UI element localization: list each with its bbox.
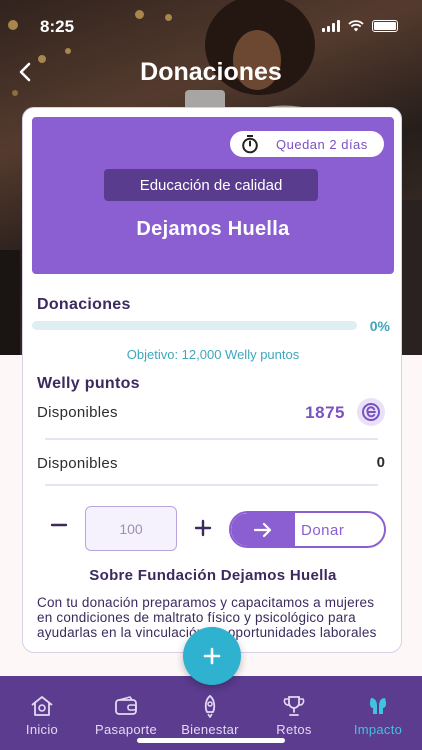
tab-retos[interactable]: Retos bbox=[252, 694, 336, 737]
tab-bienestar[interactable]: Bienestar bbox=[168, 694, 252, 737]
home-icon bbox=[31, 696, 53, 716]
rocket-icon bbox=[204, 694, 216, 718]
organization-name: Dejamos Huella bbox=[136, 218, 290, 240]
time-remaining-badge: Quedan 2 días bbox=[230, 131, 384, 157]
donation-card: Quedan 2 días Educación de calidad Dejam… bbox=[22, 107, 402, 653]
welly-coin-icon bbox=[357, 398, 385, 426]
about-title: Sobre Fundación Dejamos Huella bbox=[89, 567, 337, 584]
wallet-icon bbox=[115, 696, 137, 715]
category-tag: Educación de calidad bbox=[104, 169, 318, 201]
arrow-right-icon bbox=[231, 513, 295, 546]
plus-icon bbox=[203, 647, 221, 665]
tab-label: Pasaporte bbox=[95, 722, 157, 737]
tab-label: Retos bbox=[276, 722, 312, 737]
divider bbox=[45, 438, 378, 440]
available-label: Disponibles bbox=[37, 404, 118, 421]
donation-amount-input[interactable] bbox=[85, 506, 177, 551]
increase-button[interactable] bbox=[191, 516, 215, 540]
stopwatch-icon bbox=[242, 135, 258, 154]
tab-pasaporte[interactable]: Pasaporte bbox=[84, 694, 168, 737]
available-points: 1875 bbox=[305, 403, 345, 422]
tab-inicio[interactable]: Inicio bbox=[0, 694, 84, 737]
add-button[interactable] bbox=[183, 627, 241, 685]
status-time: 8:25 bbox=[40, 17, 75, 36]
tab-label: Impacto bbox=[353, 722, 403, 737]
second-available-label: Disponibles bbox=[37, 455, 118, 472]
home-indicator bbox=[137, 738, 285, 743]
impact-icon bbox=[369, 698, 387, 714]
donations-heading: Donaciones bbox=[37, 296, 131, 313]
donate-label: Donar bbox=[301, 522, 345, 539]
donation-percent: 0% bbox=[369, 318, 390, 334]
second-available-value: 0 bbox=[376, 454, 385, 471]
battery-icon bbox=[372, 20, 398, 32]
cellular-signal-icon bbox=[322, 20, 340, 32]
donation-progress-bar bbox=[32, 321, 357, 330]
tab-label: Inicio bbox=[25, 722, 59, 737]
tab-label: Bienestar bbox=[181, 722, 239, 737]
wifi-icon bbox=[348, 20, 364, 32]
donation-goal: Objetivo: 12,000 Welly puntos bbox=[126, 347, 300, 362]
campaign-banner: Quedan 2 días Educación de calidad Dejam… bbox=[32, 117, 394, 274]
welly-points-heading: Welly puntos bbox=[37, 375, 140, 392]
decrease-button[interactable] bbox=[47, 513, 71, 537]
status-bar: 8:25 bbox=[0, 0, 422, 50]
donate-button[interactable]: Donar bbox=[229, 511, 386, 548]
page-title: Donaciones bbox=[140, 58, 282, 86]
tab-impacto[interactable]: Impacto bbox=[336, 694, 420, 737]
time-remaining-text: Quedan 2 días bbox=[276, 137, 368, 152]
trophy-icon bbox=[283, 696, 305, 716]
divider bbox=[45, 484, 378, 486]
